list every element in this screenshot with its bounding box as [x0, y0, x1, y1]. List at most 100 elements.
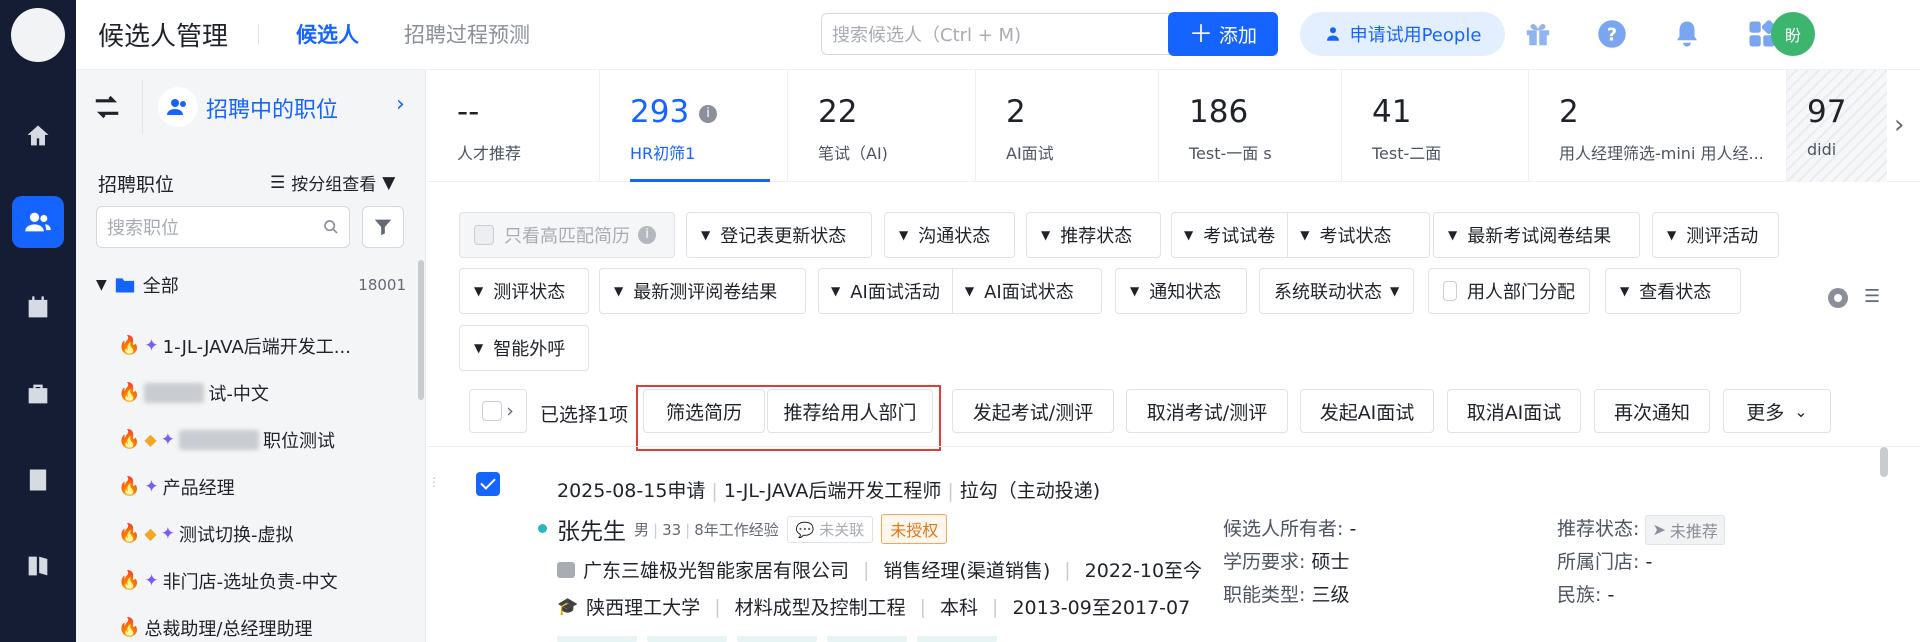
- start-exam-button[interactable]: 发起考试/测评: [952, 389, 1114, 433]
- function-type-field: 职能类型: 三级: [1223, 584, 1350, 606]
- tab-recruit-forecast[interactable]: 招聘过程预测: [404, 19, 530, 49]
- report-icon[interactable]: [12, 454, 64, 506]
- candidates-icon[interactable]: [12, 196, 64, 248]
- stage-manager-screen[interactable]: 2 用人经理筛选-mini 用人经...: [1529, 70, 1787, 182]
- stage-talent-recommend[interactable]: -- 人才推荐: [427, 70, 600, 182]
- start-ai-interview-button[interactable]: 发起AI面试: [1300, 389, 1434, 433]
- add-candidate-button[interactable]: ＋ 添加: [1168, 12, 1278, 56]
- job-item[interactable]: 🔥 ✦ 1-JL-JAVA后端开发工...: [118, 322, 398, 369]
- filter-communication-status[interactable]: ▼ 沟通状态: [884, 212, 1015, 258]
- job-search-placeholder: 搜索职位: [107, 218, 179, 239]
- stage-written-test[interactable]: 22 笔试（AI): [788, 70, 976, 182]
- chevron-right-icon[interactable]: ›: [1894, 110, 1904, 140]
- sidebar-scrollbar[interactable]: [418, 260, 424, 400]
- cancel-ai-interview-button[interactable]: 取消AI面试: [1447, 389, 1581, 433]
- job-search-input[interactable]: 搜索职位: [96, 206, 350, 248]
- more-button[interactable]: 更多 ⌄: [1723, 389, 1831, 433]
- job-item[interactable]: 🔥 ✦ 产品经理: [118, 463, 398, 510]
- filter-system-link-status[interactable]: 系统联动状态 ▼: [1259, 268, 1414, 314]
- candidate-name[interactable]: 张先生: [557, 512, 626, 546]
- cancel-exam-button[interactable]: 取消考试/测评: [1126, 389, 1288, 433]
- filter-view-status[interactable]: ▼ 查看状态: [1605, 268, 1741, 314]
- candidate-checkbox[interactable]: [476, 472, 500, 496]
- briefcase-icon[interactable]: [12, 368, 64, 420]
- job-list: 🔥 ✦ 1-JL-JAVA后端开发工... 🔥 试-中文 🔥 ◆ ✦ 职位测试 …: [118, 322, 398, 642]
- job-item[interactable]: 🔥 ◆ ✦ 测试切换-虚拟: [118, 510, 398, 557]
- list-scrollbar[interactable]: [1880, 447, 1888, 477]
- briefcase-icon: [557, 561, 575, 578]
- tab-candidates[interactable]: 候选人: [296, 19, 359, 49]
- home-icon[interactable]: [12, 110, 64, 162]
- org-avatar[interactable]: [11, 8, 65, 62]
- chevron-right-icon[interactable]: ›: [396, 92, 405, 117]
- caret-down-icon: ▼: [382, 172, 396, 193]
- help-icon[interactable]: ?: [1594, 16, 1630, 52]
- job-sidebar: 招聘中的职位 › 招聘职位 ☰ 按分组查看 ▼ 搜索职位 ▼ 全部 18001 …: [76, 70, 426, 642]
- plus-icon: ＋: [1188, 20, 1213, 48]
- filter-exam-status[interactable]: ▼ 考试状态: [1287, 213, 1403, 257]
- filter-settings-button[interactable]: [362, 206, 404, 248]
- chevron-right-icon: ›: [506, 400, 514, 422]
- filter-notify-status[interactable]: ▼ 通知状态: [1115, 268, 1247, 314]
- dept-assign-checkbox[interactable]: [1443, 281, 1457, 301]
- job-item[interactable]: 🔥 试-中文: [118, 369, 398, 416]
- stage-didi[interactable]: 97 didi: [1787, 70, 1887, 182]
- group-by-toggle[interactable]: ☰ 按分组查看 ▼: [270, 170, 396, 196]
- recruiting-jobs-selector[interactable]: 招聘中的职位: [206, 92, 338, 124]
- ai-sparkle-icon: ✦: [144, 476, 159, 497]
- stage-count: 22: [818, 94, 858, 130]
- filter-recommend-status[interactable]: ▼ 推荐状态: [1026, 212, 1161, 258]
- gift-icon[interactable]: [1520, 16, 1556, 52]
- filter-smart-call[interactable]: ▼ 智能外呼: [459, 325, 589, 371]
- settings-dot-icon[interactable]: [1828, 288, 1848, 308]
- stage-name: AI面试: [1006, 144, 1054, 163]
- filter-latest-assessment-result[interactable]: ▼ 最新测评阅卷结果: [599, 268, 806, 314]
- bell-icon[interactable]: [1669, 16, 1705, 52]
- user-avatar[interactable]: 盼: [1771, 12, 1815, 56]
- redacted-text: [144, 382, 205, 403]
- bulk-select-toggle[interactable]: ›: [469, 389, 527, 433]
- layers-icon: ◆: [144, 524, 157, 543]
- stage-test-second[interactable]: 41 Test-二面: [1342, 70, 1529, 182]
- stage-name: 人才推荐: [457, 144, 522, 163]
- stage-name: 笔试（AI): [818, 144, 888, 163]
- resize-handle[interactable]: ⋮: [428, 475, 440, 489]
- stage-count: 2: [1559, 94, 1579, 130]
- filter-exam-paper[interactable]: ▼ 考试试卷: [1172, 213, 1287, 257]
- layers-icon: ◆: [144, 430, 157, 449]
- all-jobs-row[interactable]: ▼ 全部 18001: [96, 272, 406, 298]
- stage-name: Test-一面 s: [1189, 144, 1272, 163]
- high-match-only-toggle[interactable]: 只看高匹配简历 i: [459, 212, 675, 258]
- ai-sparkle-icon: ✦: [160, 429, 175, 450]
- switch-icon[interactable]: [92, 92, 122, 122]
- list-divider: [427, 446, 1920, 447]
- applied-job-link[interactable]: 1-JL-JAVA后端开发工程师: [724, 480, 942, 502]
- candidate-search-input[interactable]: 搜索候选人（Ctrl + M): [821, 13, 1206, 55]
- filter-register-status[interactable]: ▼ 登记表更新状态: [686, 212, 872, 258]
- stage-hr-screen[interactable]: 293 i HR初筛1: [600, 70, 788, 182]
- stage-count: 293 i: [630, 94, 718, 130]
- select-all-checkbox[interactable]: [482, 401, 503, 421]
- calendar-icon[interactable]: [12, 282, 64, 334]
- candidate-header: 张先生 男 | 33 | 8年工作经验 💬 未关联 未授权: [557, 512, 948, 546]
- apply-trial-button[interactable]: 申请试用People: [1300, 12, 1505, 56]
- job-item[interactable]: 🔥 总裁助理/总经理助理: [118, 604, 398, 642]
- hot-icon: 🔥: [118, 476, 141, 497]
- job-item[interactable]: 🔥 ✦ 非门店-选址负责-中文: [118, 557, 398, 604]
- book-icon[interactable]: [12, 540, 64, 592]
- filter-ai-interview-activity[interactable]: ▼ AI面试活动: [819, 269, 952, 313]
- filter-assessment-activity[interactable]: ▼ 测评活动: [1652, 212, 1779, 258]
- stage-test-first[interactable]: 186 Test-一面 s: [1159, 70, 1342, 182]
- chat-icon: 💬: [795, 520, 815, 539]
- filter-exam-group: ▼ 考试试卷 ▼ 考试状态: [1171, 212, 1430, 258]
- renotify-button[interactable]: 再次通知: [1594, 389, 1710, 433]
- filter-dept-assign[interactable]: 用人部门分配: [1428, 268, 1590, 314]
- high-match-checkbox[interactable]: [474, 225, 494, 245]
- list-view-icon[interactable]: ☰: [1864, 286, 1880, 307]
- job-item[interactable]: 🔥 ◆ ✦ 职位测试: [118, 416, 398, 463]
- left-nav-rail: [0, 0, 76, 642]
- filter-assessment-status[interactable]: ▼ 测评状态: [459, 268, 589, 314]
- filter-latest-exam-result[interactable]: ▼ 最新考试阅卷结果: [1433, 212, 1640, 258]
- filter-ai-interview-status[interactable]: ▼ AI面试状态: [951, 269, 1086, 313]
- stage-ai-interview[interactable]: 2 AI面试: [976, 70, 1159, 182]
